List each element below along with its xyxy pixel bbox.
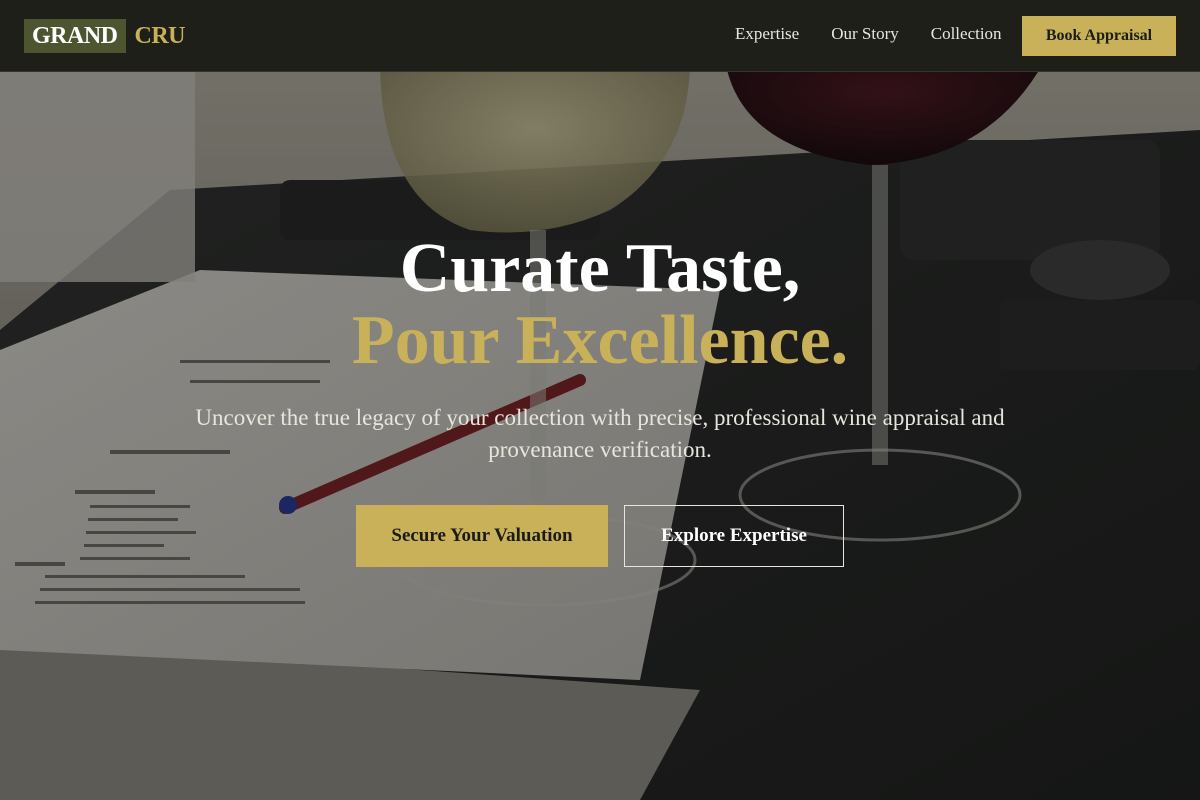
logo-text-secondary: CRU — [134, 22, 186, 49]
hero-headline-line2: Pour Excellence. — [351, 302, 849, 379]
nav-links: Expertise Our Story Collection — [735, 24, 1002, 44]
hero-subtitle: Uncover the true legacy of your collecti… — [195, 405, 1005, 462]
hero-section — [0, 0, 1200, 800]
top-navbar: GRAND CRU Expertise Our Story Collection… — [0, 0, 1200, 72]
hero-headline-line1: Curate Taste, — [399, 230, 801, 307]
secure-valuation-button[interactable]: Secure Your Valuation — [356, 505, 608, 567]
nav-link-expertise[interactable]: Expertise — [735, 24, 799, 44]
logo-text-primary: GRAND — [24, 19, 126, 53]
brand-logo[interactable]: GRAND CRU — [24, 19, 185, 53]
nav-link-collection[interactable]: Collection — [931, 24, 1002, 44]
explore-expertise-button[interactable]: Explore Expertise — [624, 505, 844, 567]
hero-overlay — [0, 0, 1200, 800]
nav-link-our-story[interactable]: Our Story — [831, 24, 899, 44]
book-appraisal-button[interactable]: Book Appraisal — [1022, 16, 1176, 56]
